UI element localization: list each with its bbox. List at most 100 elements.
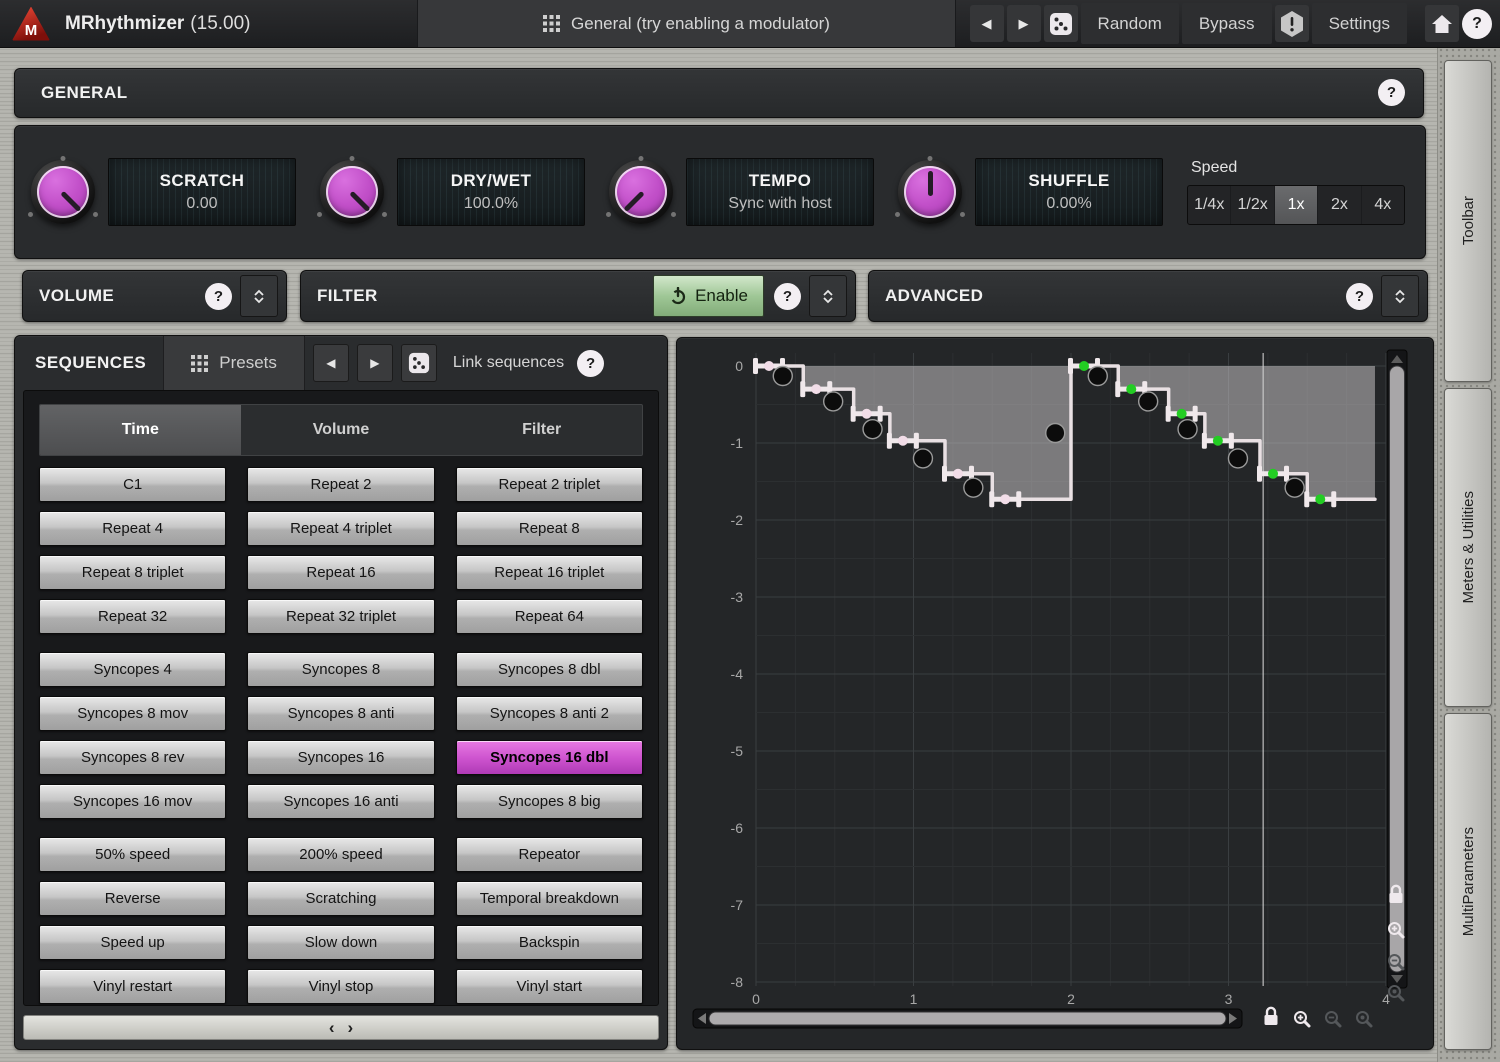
sequence-button-syncopes-16[interactable]: Syncopes 16 [247,740,434,775]
sequence-button-repeat-16-triplet[interactable]: Repeat 16 triplet [456,555,643,590]
preset-next-button[interactable]: ▶ [1007,5,1041,42]
sequence-button-repeat-32[interactable]: Repeat 32 [39,599,226,634]
display-dry-wet[interactable]: DRY/WET100.0% [397,158,585,226]
volume-section-header[interactable]: VOLUME ? [22,270,287,322]
advanced-help-button[interactable]: ? [1346,283,1373,310]
sequence-button-syncopes-8-anti-2[interactable]: Syncopes 8 anti 2 [456,696,643,731]
sequence-button-reverse[interactable]: Reverse [39,881,226,916]
sequence-button-slow-down[interactable]: Slow down [247,925,434,960]
volume-help-button[interactable]: ? [205,283,232,310]
advanced-section-header[interactable]: ADVANCED ? [868,270,1428,322]
sequence-button-repeat-64[interactable]: Repeat 64 [456,599,643,634]
general-help-button[interactable]: ? [1378,79,1405,106]
sequence-button-repeator[interactable]: Repeator [456,837,643,872]
sequence-button-vinyl-restart[interactable]: Vinyl restart [39,969,226,1004]
sequence-point[interactable] [913,449,932,468]
sequence-button-syncopes-8[interactable]: Syncopes 8 [247,652,434,687]
knob-shuffle[interactable] [898,160,962,224]
sequence-editor-chart[interactable]: 0-1-2-3-4-5-6-7-801234 [676,337,1434,1050]
sequence-point[interactable] [1228,449,1247,468]
sequence-button-repeat-2-triplet[interactable]: Repeat 2 triplet [456,467,643,502]
sidebar-tab-toolbar[interactable]: Toolbar [1444,60,1492,382]
display-shuffle[interactable]: SHUFFLE0.00% [975,158,1163,226]
sequence-point[interactable] [964,478,983,497]
sequence-button-repeat-32-triplet[interactable]: Repeat 32 triplet [247,599,434,634]
sequence-button-vinyl-start[interactable]: Vinyl start [456,969,643,1004]
sequence-button-syncopes-8-mov[interactable]: Syncopes 8 mov [39,696,226,731]
preset-selector[interactable]: General (try enabling a modulator) [417,0,956,47]
home-button[interactable] [1425,5,1459,42]
sequence-button-repeat-2[interactable]: Repeat 2 [247,467,434,502]
sequence-point[interactable] [1139,392,1158,411]
sequence-button-speed-up[interactable]: Speed up [39,925,226,960]
sequence-button-syncopes-4[interactable]: Syncopes 4 [39,652,226,687]
filter-collapse-button[interactable] [809,275,847,317]
speed-option-2x[interactable]: 2x [1318,186,1361,224]
filter-section-header[interactable]: FILTER Enable ? [300,270,856,322]
tab-filter[interactable]: Filter [441,405,642,455]
chart-hscrollbar[interactable] [693,1009,1242,1028]
filter-help-button[interactable]: ? [774,283,801,310]
sequence-button-repeat-8-triplet[interactable]: Repeat 8 triplet [39,555,226,590]
sequence-button-syncopes-16-dbl[interactable]: Syncopes 16 dbl [456,740,643,775]
sequence-point[interactable] [1178,420,1197,439]
sidebar-tab-meters-utilities[interactable]: Meters & Utilities [1444,388,1492,707]
sequence-button-syncopes-8-rev[interactable]: Syncopes 8 rev [39,740,226,775]
sequence-prev-button[interactable]: ◀ [313,344,349,382]
sequence-button-syncopes-8-anti[interactable]: Syncopes 8 anti [247,696,434,731]
sequence-button-temporal-breakdown[interactable]: Temporal breakdown [456,881,643,916]
tab-time[interactable]: Time [40,405,241,455]
general-section-header[interactable]: GENERAL ? [14,68,1424,118]
warning-button[interactable] [1275,5,1309,42]
randomize-dice-button[interactable] [1044,5,1078,42]
zoom-in-icon[interactable] [1295,1012,1309,1026]
speed-option-1x[interactable]: 1x [1275,186,1318,224]
sequence-button-vinyl-stop[interactable]: Vinyl stop [247,969,434,1004]
tab-volume[interactable]: Volume [241,405,442,455]
sequence-button-repeat-8[interactable]: Repeat 8 [456,511,643,546]
sequence-point[interactable] [824,392,843,411]
speed-option-1-2x[interactable]: 1/2x [1231,186,1274,224]
chart-vscrollbar[interactable] [1387,350,1407,988]
advanced-collapse-button[interactable] [1381,275,1419,317]
knob-scratch[interactable] [31,160,95,224]
sequence-button-50-speed[interactable]: 50% speed [39,837,226,872]
knob-dry-wet[interactable] [320,160,384,224]
knob-tempo[interactable] [609,160,673,224]
sequence-random-dice-button[interactable] [401,344,437,382]
sequence-button-repeat-4-triplet[interactable]: Repeat 4 triplet [247,511,434,546]
filter-enable-button[interactable]: Enable [653,275,764,317]
random-button[interactable]: Random [1081,3,1179,44]
sequence-button-syncopes-8-dbl[interactable]: Syncopes 8 dbl [456,652,643,687]
speed-option-4x[interactable]: 4x [1362,186,1404,224]
sequence-point[interactable] [863,420,882,439]
lock-icon[interactable] [1265,1008,1278,1025]
sequence-point[interactable] [1088,367,1107,386]
sequence-button-syncopes-16-mov[interactable]: Syncopes 16 mov [39,784,226,819]
sequence-button-c1[interactable]: C1 [39,467,226,502]
sequence-point[interactable] [1046,423,1065,442]
settings-button[interactable]: Settings [1312,3,1407,44]
sequence-button-syncopes-16-anti[interactable]: Syncopes 16 anti [247,784,434,819]
sequence-button-repeat-4[interactable]: Repeat 4 [39,511,226,546]
link-sequences-toggle[interactable]: Link sequences [453,354,564,372]
help-button[interactable]: ? [1462,9,1492,39]
zoom-default-icon[interactable] [1357,1012,1371,1026]
sequence-button-syncopes-8-big[interactable]: Syncopes 8 big [456,784,643,819]
sequences-hscroll[interactable]: ‹ › [23,1015,659,1040]
sequence-button-repeat-16[interactable]: Repeat 16 [247,555,434,590]
sequence-button-scratching[interactable]: Scratching [247,881,434,916]
sequence-button-backspin[interactable]: Backspin [456,925,643,960]
sidebar-tab-multiparameters[interactable]: MultiParameters [1444,713,1492,1050]
sequences-presets-button[interactable]: Presets [163,336,305,390]
sequence-point[interactable] [773,367,792,386]
preset-prev-button[interactable]: ◀ [970,5,1004,42]
sequence-next-button[interactable]: ▶ [357,344,393,382]
speed-option-1-4x[interactable]: 1/4x [1188,186,1231,224]
zoom-out-icon[interactable] [1326,1012,1340,1026]
bypass-button[interactable]: Bypass [1182,3,1272,44]
volume-collapse-button[interactable] [240,275,278,317]
display-scratch[interactable]: SCRATCH0.00 [108,158,296,226]
display-tempo[interactable]: TEMPOSync with host [686,158,874,226]
sequence-button-200-speed[interactable]: 200% speed [247,837,434,872]
